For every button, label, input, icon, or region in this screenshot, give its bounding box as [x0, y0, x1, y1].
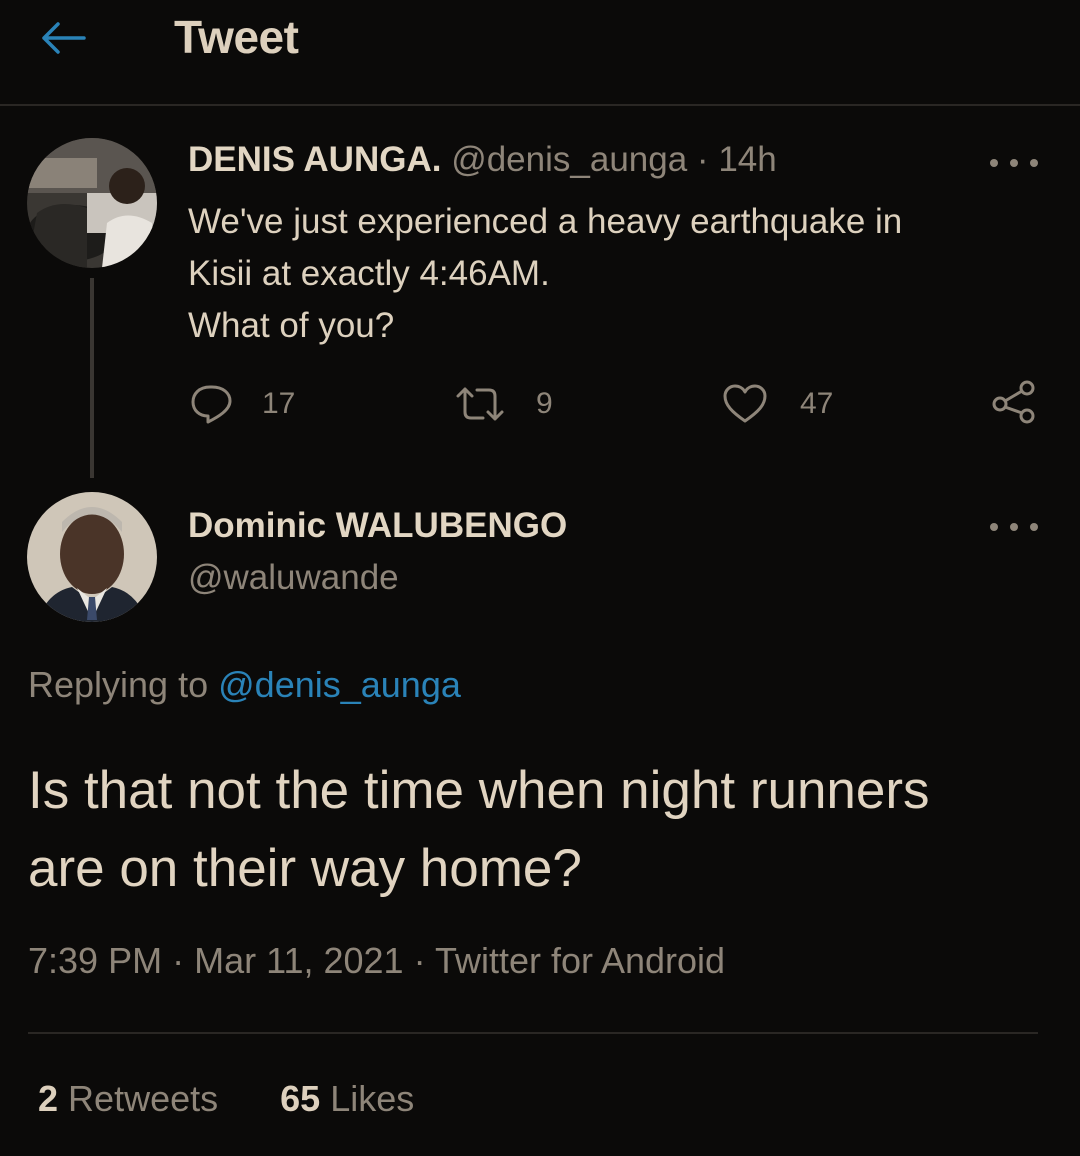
avatar-image [27, 492, 157, 622]
replying-handle-link[interactable]: @denis_aunga [218, 664, 461, 705]
tweet-text-line: are on their way home? [28, 839, 582, 898]
more-icon-dot [1030, 523, 1038, 531]
like-count: 47 [800, 387, 834, 420]
arrow-left-icon [42, 22, 86, 54]
more-button[interactable] [990, 148, 1038, 178]
retweet-count: 9 [536, 387, 553, 420]
tweet-text-line: We've just experienced a heavy earthquak… [188, 202, 903, 241]
focused-tweet-text: Is that not the time when night runners … [28, 752, 1058, 908]
retweets-count: 2 [38, 1078, 59, 1119]
page-title: Tweet [174, 11, 299, 63]
like-button[interactable]: 47 [722, 384, 833, 424]
focused-author-handle-row: @waluwande [188, 558, 399, 598]
separator-dot: · [413, 940, 426, 981]
separator-dot: · [172, 940, 185, 981]
replying-to: Replying to @denis_aunga [28, 664, 461, 706]
tweet-time: 7:39 PM [28, 940, 163, 981]
tweet-metadata: 7:39 PM · Mar 11, 2021 · Twitter for And… [28, 940, 725, 982]
reply-button[interactable]: 17 [190, 384, 295, 424]
back-button[interactable] [38, 16, 88, 60]
tweet-text-line: Kisii at exactly 4:46AM. [188, 254, 550, 293]
like-icon [723, 384, 767, 423]
parent-author-row: DENIS AUNGA. @denis_aunga · 14h [188, 140, 777, 180]
tweet-time[interactable]: 14h [718, 140, 776, 179]
retweets-label: Retweets [68, 1078, 219, 1119]
more-icon [990, 159, 998, 167]
parent-tweet-text: We've just experienced a heavy earthquak… [188, 196, 1038, 352]
reply-count: 17 [262, 387, 296, 420]
separator-dot: · [696, 140, 709, 179]
author-handle[interactable]: @denis_aunga [451, 140, 687, 179]
share-icon [992, 380, 1035, 424]
tweet-date: Mar 11, 2021 [194, 940, 404, 981]
more-icon-dot [1030, 159, 1038, 167]
author-name[interactable]: Dominic WALUBENGO [188, 506, 567, 545]
divider [28, 1032, 1038, 1034]
avatar[interactable] [27, 492, 157, 622]
tweet-source[interactable]: Twitter for Android [435, 940, 725, 981]
likes-count: 65 [280, 1078, 321, 1119]
more-icon-dot [1010, 523, 1018, 531]
avatar[interactable] [27, 138, 157, 268]
author-name[interactable]: DENIS AUNGA. [188, 140, 441, 179]
retweets-stat[interactable]: 2 Retweets [38, 1078, 218, 1119]
more-icon-dot [1010, 159, 1018, 167]
retweet-button[interactable]: 9 [454, 384, 553, 424]
tweet-text-line: What of you? [188, 306, 395, 345]
author-handle[interactable]: @waluwande [188, 558, 399, 597]
share-button[interactable] [990, 380, 1038, 424]
likes-stat[interactable]: 65 Likes [280, 1078, 414, 1119]
reply-icon [191, 385, 232, 424]
tweet-stats: 2 Retweets 65 Likes [38, 1078, 466, 1120]
top-bar: Tweet [0, 0, 1080, 106]
avatar-image [27, 138, 157, 268]
retweet-icon [456, 387, 504, 421]
replying-prefix: Replying to [28, 664, 209, 705]
more-button[interactable] [990, 512, 1038, 542]
likes-label: Likes [330, 1078, 415, 1119]
tweet-text-line: Is that not the time when night runners [28, 761, 930, 820]
focused-author-name-row: Dominic WALUBENGO [188, 506, 567, 546]
thread-line [90, 278, 94, 478]
more-icon [990, 523, 998, 531]
